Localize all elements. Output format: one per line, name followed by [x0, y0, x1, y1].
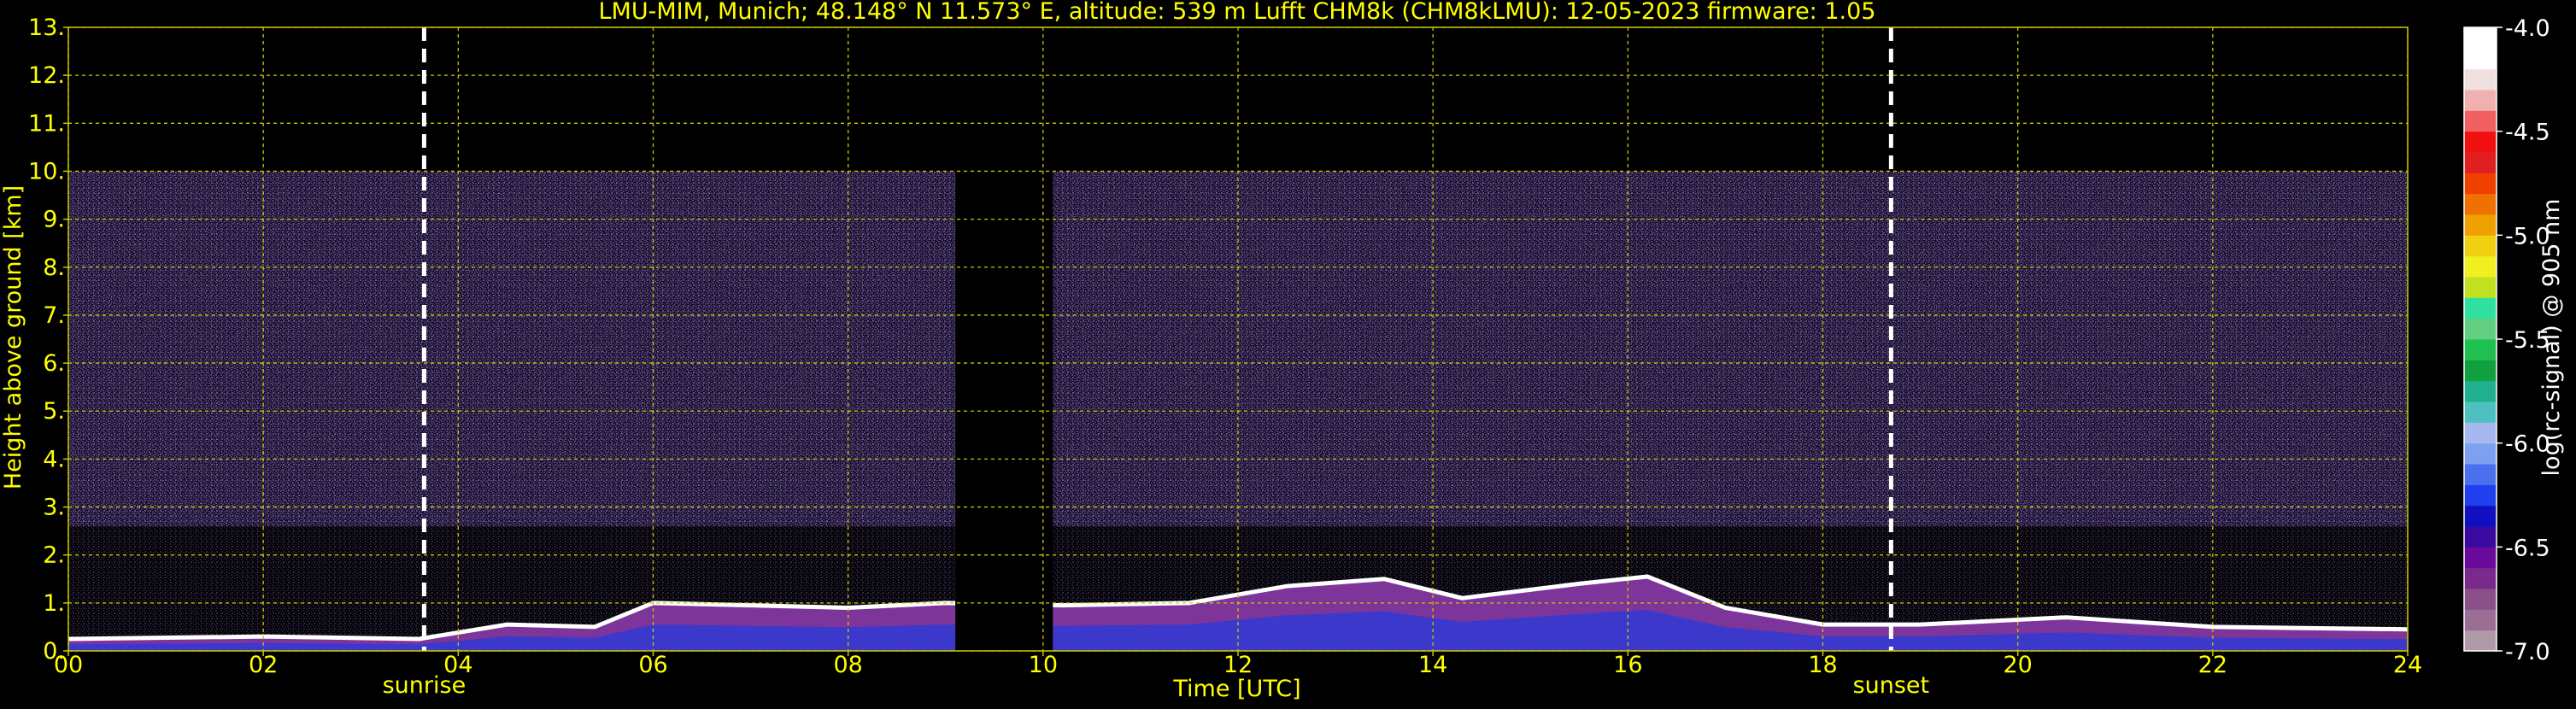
colorbar-segment	[2464, 547, 2497, 569]
y-axis-label: Height above ground [km]	[0, 185, 26, 489]
colorbar-segment	[2464, 318, 2497, 340]
colorbar-segment	[2464, 589, 2497, 610]
y-tick-label-10: 10.	[28, 158, 65, 185]
y-tick-label-13: 13.	[28, 15, 65, 41]
colorbar-label: log(rc-signal) @ 905 nm	[2538, 199, 2565, 477]
chart-title: LMU-MIM, Munich; 48.148° N 11.573° E, al…	[599, 0, 1876, 25]
x-tick-label-18: 18	[1808, 652, 1837, 678]
colorbar: -4.0-4.5-5.0-5.5-6.0-6.5-7.0	[2463, 15, 2550, 665]
y-tick-label-2: 2.	[43, 542, 65, 569]
x-axis-label: Time [UTC]	[1172, 676, 1300, 702]
y-tick-label-1: 1.	[43, 590, 65, 617]
y-tick-label-4: 4.	[43, 446, 65, 472]
colorbar-segment	[2464, 567, 2497, 589]
colorbar-segment	[2464, 27, 2497, 49]
colorbar-segment	[2464, 484, 2497, 507]
colorbar-segment	[2464, 48, 2497, 70]
x-tick-label-22: 22	[2198, 652, 2227, 678]
y-tick-label-7: 7.	[43, 302, 65, 329]
colorbar-segment	[2464, 90, 2497, 111]
y-tick-label-5: 5.	[43, 398, 65, 425]
colorbar-tick-label: -4.0	[2505, 15, 2550, 42]
colorbar-segment	[2464, 110, 2497, 132]
x-tick-label-10: 10	[1029, 652, 1058, 678]
colorbar-segment	[2464, 360, 2497, 382]
y-tick-label-6: 6.	[43, 350, 65, 377]
x-tick-label-02: 02	[249, 652, 278, 678]
colorbar-segment	[2464, 255, 2497, 278]
colorbar-segment	[2464, 152, 2497, 173]
colorbar-segment	[2464, 173, 2497, 195]
colorbar-segment	[2464, 68, 2497, 91]
colorbar-segment	[2464, 297, 2497, 319]
colorbar-segment	[2464, 422, 2497, 444]
y-tick-label-3: 3.	[43, 495, 65, 521]
y-tick-label-8: 8.	[43, 255, 65, 281]
x-tick-label-06: 06	[638, 652, 667, 678]
colorbar-tick-label: -4.5	[2505, 120, 2550, 146]
x-tick-label-04: 04	[443, 652, 472, 678]
colorbar-segment	[2464, 630, 2497, 652]
x-tick-label-16: 16	[1613, 652, 1642, 678]
colorbar-segment	[2464, 401, 2497, 423]
y-tick-label-12: 12.	[28, 62, 65, 89]
colorbar-segment	[2464, 442, 2497, 465]
colorbar-segment	[2464, 464, 2497, 485]
colorbar-segment	[2464, 214, 2497, 236]
x-tick-label-08: 08	[833, 652, 862, 678]
x-tick-label-24: 24	[2393, 652, 2422, 678]
x-tick-label-20: 20	[2003, 652, 2032, 678]
colorbar-segment	[2464, 339, 2497, 360]
chart-svg: LMU-MIM, Munich; 48.148° N 11.573° E, al…	[0, 0, 2565, 702]
colorbar-segment	[2464, 526, 2497, 548]
y-tick-label-9: 9.	[43, 207, 65, 233]
colorbar-tick-label: -6.5	[2505, 535, 2550, 561]
colorbar-segment	[2464, 505, 2497, 527]
x-tick-label-14: 14	[1418, 652, 1447, 678]
ceilometer-chart: LMU-MIM, Munich; 48.148° N 11.573° E, al…	[0, 0, 2576, 706]
colorbar-segment	[2464, 131, 2497, 153]
sunset-label: sunset	[1853, 672, 1930, 699]
colorbar-segment	[2464, 609, 2497, 631]
colorbar-segment	[2464, 193, 2497, 215]
colorbar-segment	[2464, 277, 2497, 298]
backscatter-heatmap	[67, 27, 2409, 651]
y-tick-label-11: 11.	[28, 110, 65, 137]
y-tick-label-0: 0.	[43, 638, 65, 665]
colorbar-segment	[2464, 380, 2497, 402]
colorbar-tick-label: -7.0	[2505, 639, 2550, 665]
x-tick-label-12: 12	[1223, 652, 1253, 678]
colorbar-segment	[2464, 235, 2497, 257]
